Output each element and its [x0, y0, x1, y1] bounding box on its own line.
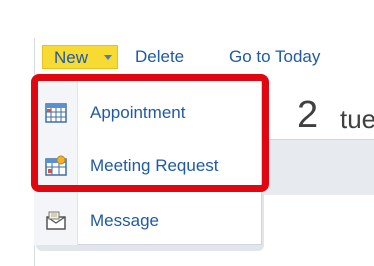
menu-item-label: Message [90, 211, 159, 230]
calendar-grid-icon [45, 103, 67, 123]
chevron-down-icon[interactable] [104, 55, 112, 60]
menu-item-meeting-request[interactable]: Meeting Request [45, 149, 257, 183]
meeting-request-icon [45, 155, 67, 176]
delete-button[interactable]: Delete [135, 45, 184, 69]
menu-item-label: Appointment [90, 103, 186, 122]
date-day-number: 2 [297, 94, 319, 136]
new-button[interactable]: New [42, 45, 118, 69]
go-to-today-button[interactable]: Go to Today [229, 45, 320, 69]
envelope-message-icon [46, 211, 66, 230]
date-day-name: tue [340, 104, 374, 134]
menu-item-appointment[interactable]: Appointment [45, 96, 257, 130]
menu-item-message[interactable]: Message [45, 204, 257, 238]
calendar-band [264, 139, 374, 195]
top-strip [0, 0, 374, 38]
menu-item-label: Meeting Request [90, 156, 219, 175]
new-button-label: New [54, 48, 89, 67]
